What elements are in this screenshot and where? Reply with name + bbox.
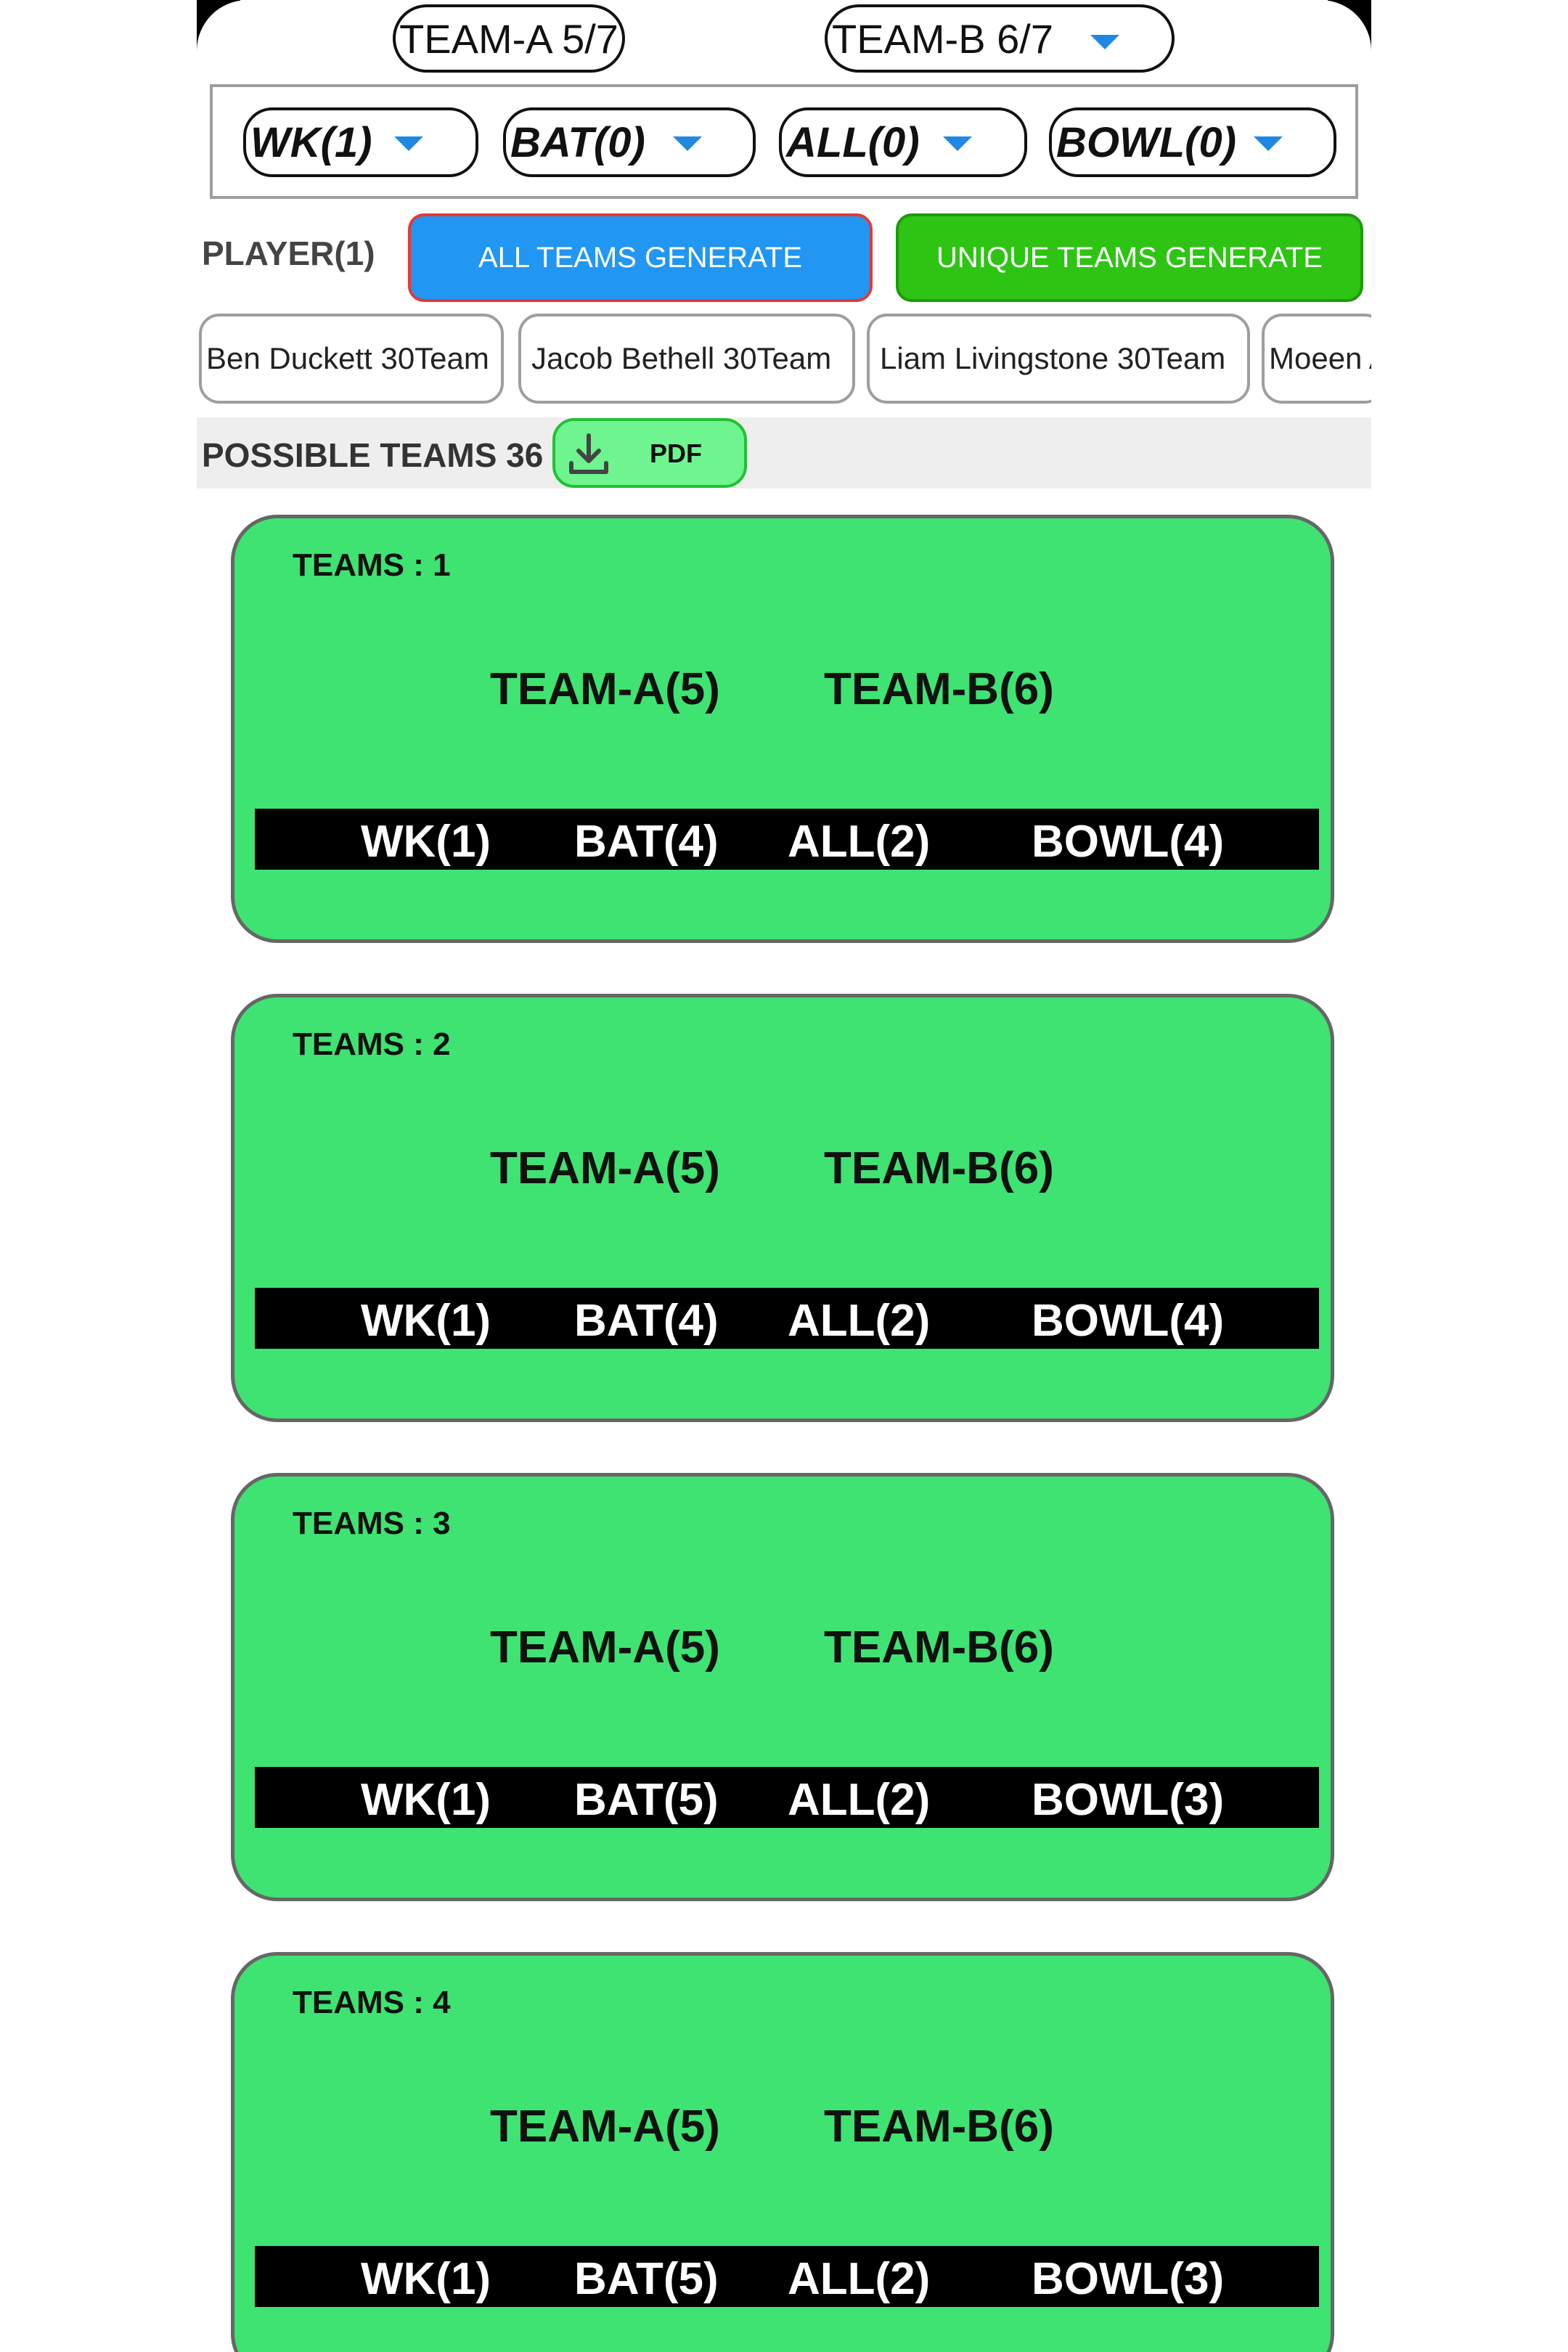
player-count-label: PLAYER(1) [202,234,375,272]
unique-teams-generate-button[interactable]: UNIQUE TEAMS GENERATE [896,213,1363,302]
team-number: TEAMS : 2 [293,1026,451,1062]
bowl-dropdown[interactable]: BOWL(0) [1049,107,1336,177]
pdf-download-button[interactable]: PDF [552,418,747,488]
all-count: ALL(2) [788,1775,931,1825]
role-composition-strip: WK(1) BAT(4) ALL(2) BOWL(4) [255,809,1319,870]
all-count: ALL(2) [788,817,931,867]
role-filter-bar: WK(1) BAT(0) ALL(0) BOWL(0) [210,84,1358,199]
app-screen: TEAM-A 5/7 TEAM-B 6/7 WK(1) BAT(0) ALL(0… [197,0,1371,2352]
team-b-dropdown-label: TEAM-B 6/7 [832,15,1053,62]
chevron-down-icon [394,136,423,151]
download-icon [569,433,608,474]
bat-count: BAT(5) [574,2254,719,2304]
bat-count: BAT(4) [574,1296,719,1346]
bat-count: BAT(5) [574,1775,719,1825]
team-a-count: TEAM-A(5) [490,2102,720,2152]
player-chip[interactable]: Moeen A [1262,314,1371,404]
team-b-count: TEAM-B(6) [824,1143,1054,1193]
role-composition-strip: WK(1) BAT(5) ALL(2) BOWL(3) [255,2246,1319,2307]
all-teams-generate-label: ALL TEAMS GENERATE [478,241,803,274]
unique-teams-generate-label: UNIQUE TEAMS GENERATE [936,241,1323,274]
bowl-count: BOWL(3) [1032,1775,1225,1825]
team-number: TEAMS : 4 [293,1985,451,2020]
bat-dropdown-label: BAT(0) [510,118,645,166]
wk-count: WK(1) [361,1775,491,1825]
team-b-count: TEAM-B(6) [824,2102,1054,2152]
team-b-count: TEAM-B(6) [824,1622,1054,1673]
chevron-down-icon [1090,35,1119,49]
chevron-down-icon [673,136,702,151]
bat-dropdown[interactable]: BAT(0) [503,107,756,177]
team-card[interactable]: TEAMS : 2 TEAM-A(5) TEAM-B(6) WK(1) BAT(… [231,994,1334,1422]
all-dropdown-label: ALL(0) [786,118,920,166]
all-count: ALL(2) [788,2254,931,2304]
screen-corner-right [1284,0,1371,145]
bowl-count: BOWL(3) [1032,2254,1225,2304]
role-composition-strip: WK(1) BAT(5) ALL(2) BOWL(3) [255,1767,1319,1828]
wk-dropdown[interactable]: WK(1) [243,107,478,177]
wk-count: WK(1) [361,817,491,867]
screen-corner-left [197,0,284,145]
bowl-dropdown-label: BOWL(0) [1056,118,1237,166]
team-card[interactable]: TEAMS : 1 TEAM-A(5) TEAM-B(6) WK(1) BAT(… [231,515,1334,943]
team-card[interactable]: TEAMS : 3 TEAM-A(5) TEAM-B(6) WK(1) BAT(… [231,1473,1334,1901]
team-card[interactable]: TEAMS : 4 TEAM-A(5) TEAM-B(6) WK(1) BAT(… [231,1952,1334,2352]
wk-count: WK(1) [361,1296,491,1346]
bowl-count: BOWL(4) [1032,817,1225,867]
team-a-toggle-label: TEAM-A 5/7 [399,15,618,62]
chevron-down-icon [1254,136,1283,151]
player-chip[interactable]: Ben Duckett 30Team [199,314,504,404]
player-chip[interactable]: Liam Livingstone 30Team [867,314,1250,404]
team-a-toggle[interactable]: TEAM-A 5/7 [393,4,625,73]
team-a-count: TEAM-A(5) [490,664,720,714]
pdf-button-label: PDF [650,438,702,468]
all-dropdown[interactable]: ALL(0) [779,107,1027,177]
wk-dropdown-label: WK(1) [250,118,372,166]
all-count: ALL(2) [788,1296,931,1346]
player-chip[interactable]: Jacob Bethell 30Team [518,314,855,404]
role-composition-strip: WK(1) BAT(4) ALL(2) BOWL(4) [255,1288,1319,1349]
wk-count: WK(1) [361,2254,491,2304]
all-teams-generate-button[interactable]: ALL TEAMS GENERATE [408,213,873,302]
bowl-count: BOWL(4) [1032,1296,1225,1346]
team-number: TEAMS : 3 [293,1506,451,1541]
bat-count: BAT(4) [574,817,719,867]
team-a-count: TEAM-A(5) [490,1143,720,1193]
possible-teams-label: POSSIBLE TEAMS 36 [202,436,544,474]
team-number: TEAMS : 1 [293,547,451,583]
team-b-count: TEAM-B(6) [824,664,1054,714]
chevron-down-icon [943,136,972,151]
team-a-count: TEAM-A(5) [490,1622,720,1673]
team-b-dropdown[interactable]: TEAM-B 6/7 [825,4,1175,73]
